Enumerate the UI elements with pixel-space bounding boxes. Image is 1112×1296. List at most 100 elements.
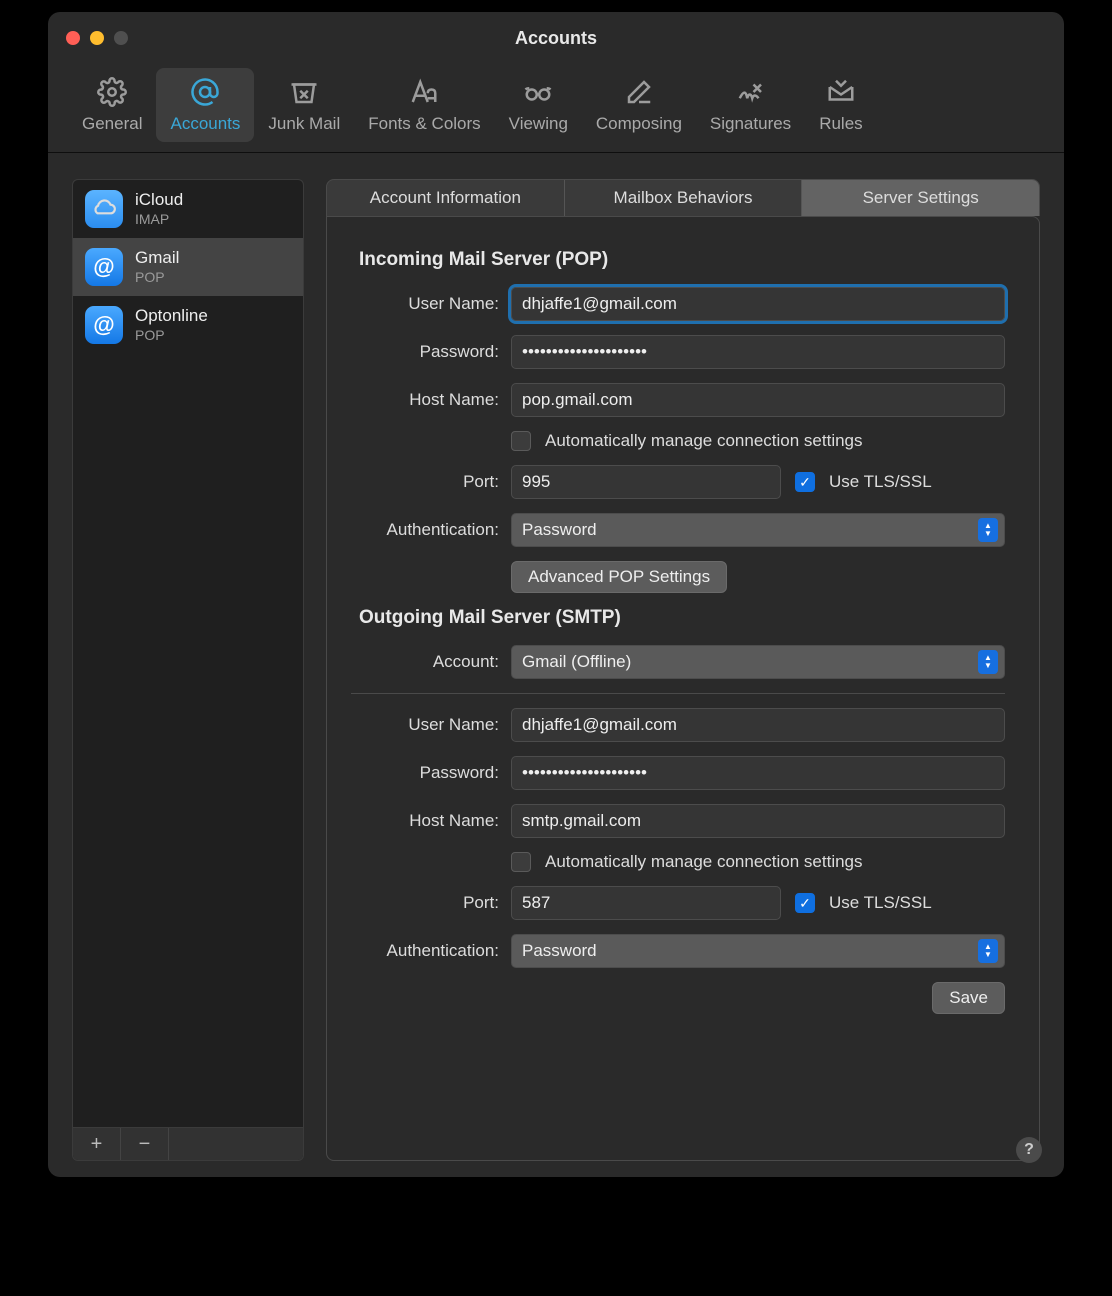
accounts-window: Accounts General Accounts Junk Mail Font…	[48, 12, 1064, 1177]
help-button[interactable]: ?	[1016, 1137, 1042, 1163]
incoming-port-label: Port:	[351, 472, 511, 492]
account-name: Optonline	[135, 306, 208, 326]
account-name: Gmail	[135, 248, 179, 268]
incoming-hostname-label: Host Name:	[351, 390, 511, 410]
incoming-tls-label: Use TLS/SSL	[829, 472, 932, 492]
tab-account-information[interactable]: Account Information	[327, 180, 565, 216]
account-row-optonline[interactable]: @ Optonline POP	[73, 296, 303, 354]
outgoing-port-input[interactable]	[511, 886, 781, 920]
incoming-username-input[interactable]	[511, 287, 1005, 321]
at-icon	[190, 76, 220, 108]
add-account-button[interactable]: +	[73, 1128, 121, 1160]
account-type: POP	[135, 327, 208, 344]
outgoing-hostname-input[interactable]	[511, 804, 1005, 838]
account-type: IMAP	[135, 211, 183, 228]
toolbar-rules[interactable]: Rules	[805, 68, 876, 142]
account-name: iCloud	[135, 190, 183, 210]
toolbar-viewing[interactable]: Viewing	[495, 68, 582, 142]
account-list: iCloud IMAP @ Gmail POP @ Optonline POP	[73, 180, 303, 1127]
toolbar-label: Composing	[596, 114, 682, 134]
outgoing-auto-label: Automatically manage connection settings	[545, 852, 863, 872]
toolbar-fonts-colors[interactable]: Fonts & Colors	[354, 68, 494, 142]
incoming-section-title: Incoming Mail Server (POP)	[359, 249, 1005, 271]
compose-icon	[624, 76, 654, 108]
outgoing-username-label: User Name:	[351, 715, 511, 735]
outgoing-password-input[interactable]	[511, 756, 1005, 790]
toolbar-label: General	[82, 114, 142, 134]
sidebar-footer: + −	[73, 1127, 303, 1160]
tab-mailbox-behaviors[interactable]: Mailbox Behaviors	[565, 180, 803, 216]
gear-icon	[97, 76, 127, 108]
icloud-icon	[85, 190, 123, 228]
incoming-tls-checkbox[interactable]: ✓	[795, 472, 815, 492]
incoming-auto-checkbox[interactable]	[511, 431, 531, 451]
outgoing-auto-checkbox[interactable]	[511, 852, 531, 872]
outgoing-password-label: Password:	[351, 763, 511, 783]
account-row-gmail[interactable]: @ Gmail POP	[73, 238, 303, 296]
account-text: Optonline POP	[135, 306, 208, 343]
divider	[351, 693, 1005, 694]
toolbar-junk-mail[interactable]: Junk Mail	[254, 68, 354, 142]
toolbar: General Accounts Junk Mail Fonts & Color…	[48, 64, 1064, 153]
outgoing-auth-select[interactable]: Password ▲▼	[511, 934, 1005, 968]
at-icon: @	[85, 248, 123, 286]
incoming-auto-label: Automatically manage connection settings	[545, 431, 863, 451]
incoming-auth-value: Password	[522, 520, 597, 540]
outgoing-tls-label: Use TLS/SSL	[829, 893, 932, 913]
close-window-button[interactable]	[66, 31, 80, 45]
incoming-port-input[interactable]	[511, 465, 781, 499]
account-type: POP	[135, 269, 179, 286]
content: iCloud IMAP @ Gmail POP @ Optonline POP	[48, 153, 1064, 1177]
traffic-lights	[66, 31, 128, 45]
incoming-auth-select[interactable]: Password ▲▼	[511, 513, 1005, 547]
chevron-updown-icon: ▲▼	[978, 518, 998, 542]
outgoing-account-select[interactable]: Gmail (Offline) ▲▼	[511, 645, 1005, 679]
account-text: iCloud IMAP	[135, 190, 183, 227]
zoom-window-button[interactable]	[114, 31, 128, 45]
signature-icon	[736, 76, 766, 108]
advanced-pop-settings-button[interactable]: Advanced POP Settings	[511, 561, 727, 593]
window-title: Accounts	[48, 28, 1064, 49]
accounts-sidebar: iCloud IMAP @ Gmail POP @ Optonline POP	[72, 179, 304, 1161]
outgoing-hostname-label: Host Name:	[351, 811, 511, 831]
toolbar-accounts[interactable]: Accounts	[156, 68, 254, 142]
toolbar-label: Rules	[819, 114, 862, 134]
detail-panel: Account Information Mailbox Behaviors Se…	[326, 179, 1040, 1161]
toolbar-label: Accounts	[170, 114, 240, 134]
incoming-password-input[interactable]	[511, 335, 1005, 369]
outgoing-account-value: Gmail (Offline)	[522, 652, 631, 672]
glasses-icon	[523, 76, 553, 108]
font-icon	[409, 76, 439, 108]
incoming-hostname-input[interactable]	[511, 383, 1005, 417]
outgoing-tls-checkbox[interactable]: ✓	[795, 893, 815, 913]
account-text: Gmail POP	[135, 248, 179, 285]
remove-account-button[interactable]: −	[121, 1128, 169, 1160]
outgoing-account-label: Account:	[351, 652, 511, 672]
outgoing-auth-label: Authentication:	[351, 941, 511, 961]
chevron-updown-icon: ▲▼	[978, 939, 998, 963]
toolbar-composing[interactable]: Composing	[582, 68, 696, 142]
toolbar-label: Junk Mail	[268, 114, 340, 134]
chevron-updown-icon: ▲▼	[978, 650, 998, 674]
toolbar-general[interactable]: General	[68, 68, 156, 142]
toolbar-signatures[interactable]: Signatures	[696, 68, 805, 142]
outgoing-username-input[interactable]	[511, 708, 1005, 742]
rules-icon	[826, 76, 856, 108]
incoming-auth-label: Authentication:	[351, 520, 511, 540]
outgoing-section-title: Outgoing Mail Server (SMTP)	[359, 607, 1005, 629]
titlebar: Accounts	[48, 12, 1064, 64]
server-settings-panel: Incoming Mail Server (POP) User Name: Pa…	[326, 216, 1040, 1161]
at-icon: @	[85, 306, 123, 344]
account-row-icloud[interactable]: iCloud IMAP	[73, 180, 303, 238]
toolbar-label: Fonts & Colors	[368, 114, 480, 134]
incoming-username-label: User Name:	[351, 294, 511, 314]
minimize-window-button[interactable]	[90, 31, 104, 45]
trash-icon	[289, 76, 319, 108]
save-button[interactable]: Save	[932, 982, 1005, 1014]
incoming-password-label: Password:	[351, 342, 511, 362]
tabs: Account Information Mailbox Behaviors Se…	[326, 179, 1040, 216]
outgoing-port-label: Port:	[351, 893, 511, 913]
toolbar-label: Viewing	[509, 114, 568, 134]
tab-server-settings[interactable]: Server Settings	[802, 180, 1039, 216]
toolbar-label: Signatures	[710, 114, 791, 134]
